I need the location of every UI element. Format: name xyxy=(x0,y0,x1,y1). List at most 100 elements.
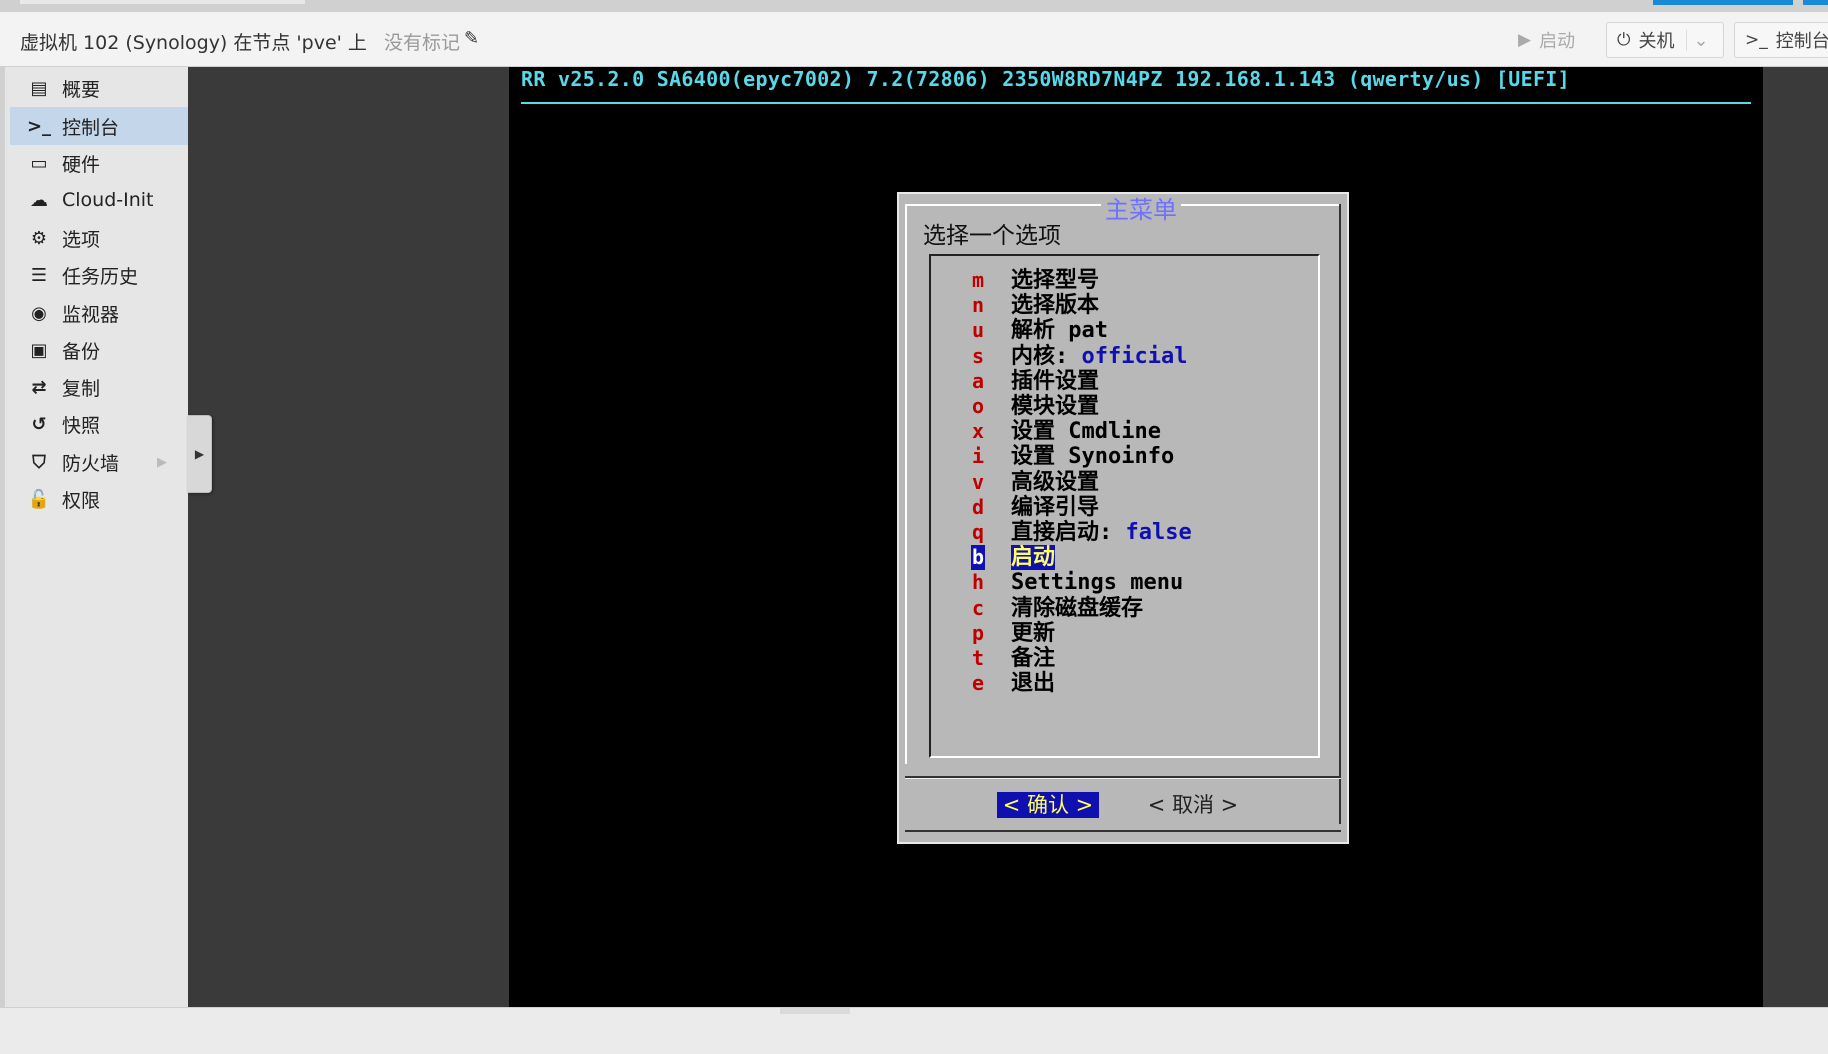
menu-item-text: 设置 Cmdline xyxy=(1011,419,1161,445)
vm-console[interactable]: RR v25.2.0 SA6400(epyc7002) 7.2(72806) 2… xyxy=(509,67,1763,1007)
menu-item[interactable]: q 直接启动: false xyxy=(931,520,1311,545)
collapse-handle[interactable]: ▶ xyxy=(188,415,212,493)
terminal-icon: >_ xyxy=(26,115,52,137)
menu-item[interactable]: o 模块设置 xyxy=(931,394,1311,419)
caret-right-icon: ▶ xyxy=(194,447,205,461)
dialog-title-text: 主菜单 xyxy=(1101,196,1181,224)
sidebar-item[interactable]: ⇄ 复制 xyxy=(10,368,191,406)
menu-item-label: 解析 pat xyxy=(1011,318,1108,343)
menu-item[interactable]: v 高级设置 xyxy=(931,470,1311,495)
menu-item-label: 选择型号 xyxy=(1011,268,1099,293)
menu-item-hotkey: d xyxy=(971,494,985,519)
top-strip xyxy=(0,0,1828,12)
menu-item-label: 启动 xyxy=(1011,545,1056,571)
menu-item-hotkey: o xyxy=(971,394,985,418)
menu-item-label: 设置 Synoinfo xyxy=(1011,444,1174,469)
top-blue-button-2[interactable] xyxy=(1803,0,1828,5)
menu-list[interactable]: m 选择型号 n 选择版本 u 解析 pat s 内核: official a 插件设置 o 模块设置… xyxy=(929,254,1320,758)
cloud-icon: ☁ xyxy=(30,189,48,211)
list-icon: ☰ xyxy=(30,264,48,286)
menu-item-label: 内核: official xyxy=(1011,344,1187,369)
cancel-button[interactable]: < 取消 > xyxy=(1143,792,1243,818)
menu-item-label: 清除磁盘缓存 xyxy=(1011,596,1143,621)
sidebar-item-label: Cloud-Init xyxy=(62,189,154,211)
top-blue-button[interactable] xyxy=(1653,0,1793,5)
menu-item-label: 插件设置 xyxy=(1011,369,1099,394)
menu-item-hotkey: u xyxy=(971,318,985,343)
power-icon: ⏻ xyxy=(1617,30,1631,50)
menu-item-hotkey: m xyxy=(971,268,985,292)
console-button[interactable]: >_ 控制台 xyxy=(1734,22,1828,58)
menu-item[interactable]: a 插件设置 xyxy=(931,369,1311,394)
menu-item[interactable]: c 清除磁盘缓存 xyxy=(931,596,1311,621)
book-icon: ▤ xyxy=(30,77,48,99)
terminal-header-rule xyxy=(521,102,1751,104)
sidebar-item-label: 复制 xyxy=(62,377,101,400)
menu-item[interactable]: h Settings menu xyxy=(931,570,1311,595)
sidebar-item-label: 选项 xyxy=(62,228,101,251)
menu-item[interactable]: p 更新 xyxy=(931,621,1311,646)
pencil-icon[interactable]: ✎ xyxy=(464,28,479,49)
menu-item[interactable]: m 选择型号 xyxy=(931,268,1311,293)
dialog-bottom-rule xyxy=(905,830,1341,832)
menu-item-text: 退出 xyxy=(1011,671,1056,697)
sidebar-item[interactable]: 🔓 权限 xyxy=(10,480,191,518)
sidebar-item[interactable]: ↺ 快照 xyxy=(10,405,191,443)
menu-item-text: Settings menu xyxy=(1011,570,1184,596)
menu-item-label: 选择版本 xyxy=(1011,293,1099,318)
sidebar-item-label: 快照 xyxy=(62,414,101,437)
floppy-icon: ▣ xyxy=(30,339,48,361)
menu-item-text: 启动 xyxy=(1011,545,1056,571)
menu-item[interactable]: s 内核: official xyxy=(931,344,1311,369)
sidebar-item[interactable]: ⚙ 选项 xyxy=(10,219,191,257)
chevron-right-icon[interactable]: ▶ xyxy=(157,455,167,470)
menu-item[interactable]: n 选择版本 xyxy=(931,293,1311,318)
console-button-label: 控制台 xyxy=(1775,31,1828,52)
menu-item-text: 模块设置 xyxy=(1011,394,1100,419)
sidebar-item[interactable]: ☰ 任务历史 xyxy=(10,256,191,294)
sidebar-item[interactable]: ☁ Cloud-Init xyxy=(10,181,191,219)
menu-item-label: 模块设置 xyxy=(1011,394,1099,419)
chevron-down-icon[interactable]: ⌄ xyxy=(1686,29,1709,51)
menu-item[interactable]: b 启动 xyxy=(931,545,1311,571)
terminal-header: RR v25.2.0 SA6400(epyc7002) 7.2(72806) 2… xyxy=(521,67,1570,91)
sidebar-item[interactable]: ▤ 概要 xyxy=(10,69,191,107)
menu-item-text: 直接启动: xyxy=(1011,520,1126,545)
menu-item[interactable]: d 编译引导 xyxy=(931,495,1311,520)
sidebar-item[interactable]: ⛉ 防火墙 ▶ xyxy=(10,443,191,481)
start-button[interactable]: ▶ 启动 xyxy=(1508,22,1585,58)
menu-item-hotkey: n xyxy=(971,293,985,318)
sidebar-item[interactable]: ▣ 备份 xyxy=(10,331,191,369)
menu-item-hotkey: p xyxy=(971,620,985,645)
retweet-icon: ⇄ xyxy=(31,376,47,398)
menu-item-text: 备注 xyxy=(1011,646,1056,671)
sidebar-item-label: 概要 xyxy=(62,78,101,101)
menu-item[interactable]: i 设置 Synoinfo xyxy=(931,444,1311,469)
dialog-frame-left xyxy=(905,204,907,764)
start-button-label: 启动 xyxy=(1539,31,1576,52)
menu-item-label: 更新 xyxy=(1011,621,1055,646)
menu-item-label: Settings menu xyxy=(1011,570,1183,595)
menu-item-hotkey: e xyxy=(971,671,985,696)
menu-item[interactable]: e 退出 xyxy=(931,671,1311,696)
menu-item[interactable]: t 备注 xyxy=(931,646,1311,671)
sidebar-item[interactable]: >_ 控制台 xyxy=(10,107,191,145)
sidebar-item-label: 防火墙 xyxy=(62,452,120,475)
menu-item-text: 选择版本 xyxy=(1011,293,1100,319)
menu-item[interactable]: x 设置 Cmdline xyxy=(931,419,1311,444)
menu-item-hotkey: v xyxy=(971,469,985,494)
shutdown-button[interactable]: ⏻ 关机 ⌄ xyxy=(1606,22,1724,58)
sidebar-item[interactable]: ▭ 硬件 xyxy=(10,144,191,182)
resize-handle[interactable] xyxy=(780,1008,850,1014)
tags-label[interactable]: 没有标记 xyxy=(384,28,460,55)
page-title: 虚拟机 102 (Synology) 在节点 'pve' 上 xyxy=(20,32,367,54)
ok-button[interactable]: < 确认 > xyxy=(997,792,1099,818)
console-background-left xyxy=(188,67,509,1007)
terminal-icon: >_ xyxy=(1745,30,1768,50)
menu-item-label: 高级设置 xyxy=(1011,470,1099,495)
sidebar-item[interactable]: ◉ 监视器 xyxy=(10,294,191,332)
console-background-right xyxy=(1763,67,1828,1007)
menu-item-text: 内核: xyxy=(1011,343,1082,369)
menu-item[interactable]: u 解析 pat xyxy=(931,318,1311,343)
menu-item-text: 高级设置 xyxy=(1011,469,1100,495)
